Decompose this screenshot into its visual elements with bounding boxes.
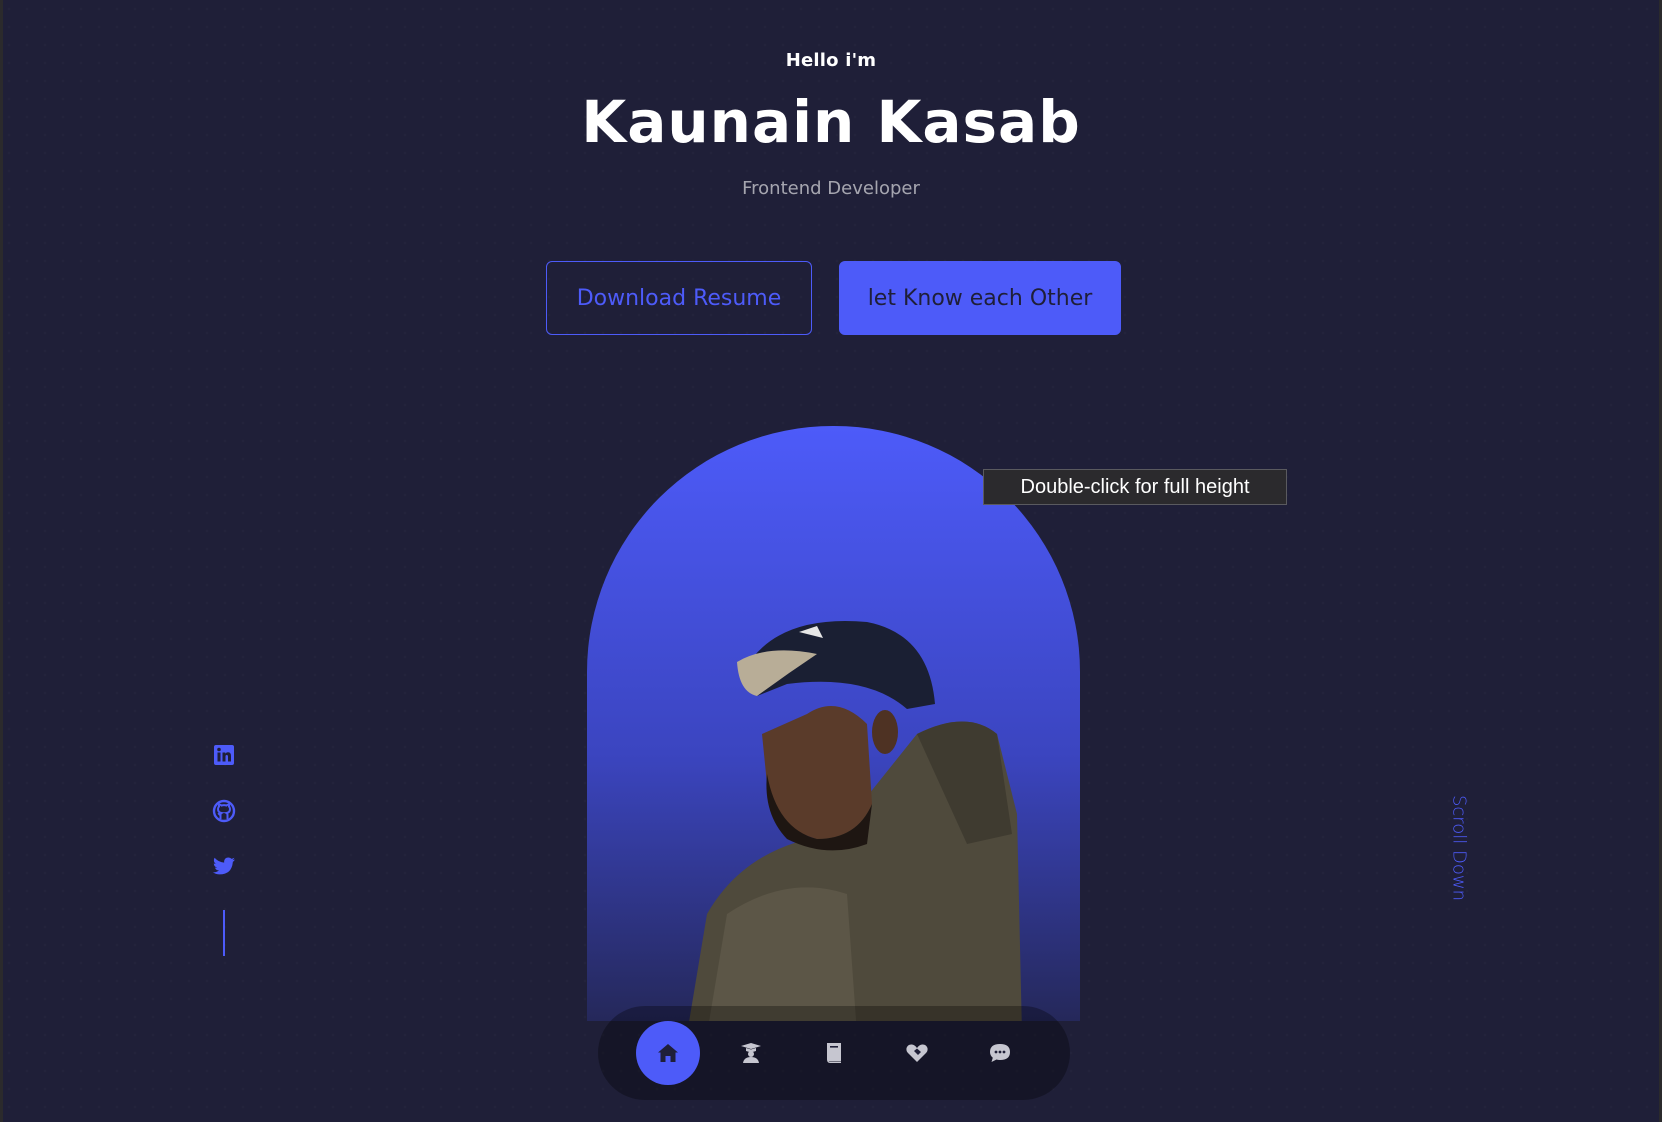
linkedin-link[interactable] xyxy=(211,742,237,768)
hero-name: Kaunain Kasab xyxy=(581,88,1081,156)
graduation-icon xyxy=(741,1043,761,1063)
nav-about[interactable] xyxy=(719,1021,783,1085)
bottom-nav xyxy=(598,1006,1070,1100)
twitter-icon xyxy=(212,857,235,875)
twitter-link[interactable] xyxy=(211,854,237,880)
profile-photo xyxy=(689,620,1022,1021)
book-icon xyxy=(827,1043,841,1063)
nav-contact[interactable] xyxy=(968,1021,1032,1085)
home-icon xyxy=(658,1044,678,1062)
scroll-down-label: Scroll Down xyxy=(1448,794,1470,902)
handshake-icon xyxy=(906,1044,928,1062)
chat-icon xyxy=(990,1044,1010,1062)
nav-services[interactable] xyxy=(885,1021,949,1085)
greeting-text: Hello i'm xyxy=(785,50,877,71)
hero-role: Frontend Developer xyxy=(742,178,920,199)
profile-photo-frame xyxy=(587,426,1080,1021)
linkedin-icon xyxy=(214,745,234,765)
github-link[interactable] xyxy=(211,798,237,824)
social-links xyxy=(211,742,237,956)
contact-button[interactable]: let Know each Other xyxy=(839,261,1121,335)
tooltip: Double-click for full height xyxy=(983,469,1287,505)
social-divider xyxy=(223,910,225,956)
github-icon xyxy=(212,799,236,823)
nav-home[interactable] xyxy=(636,1021,700,1085)
scroll-down-link[interactable]: Scroll Down xyxy=(1448,790,1470,906)
download-resume-button[interactable]: Download Resume xyxy=(546,261,812,335)
nav-experience[interactable] xyxy=(802,1021,866,1085)
